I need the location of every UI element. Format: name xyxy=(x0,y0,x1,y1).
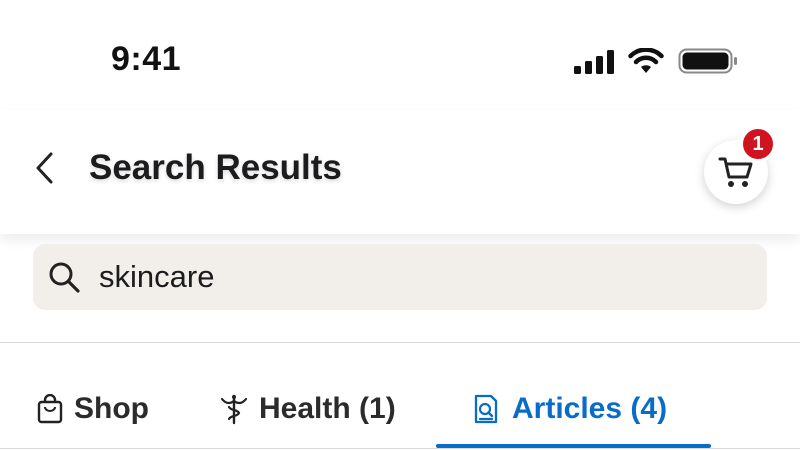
header-bar: Search Results 1 xyxy=(0,110,800,234)
search-icon xyxy=(49,262,80,293)
cellular-signal-icon xyxy=(574,50,614,74)
wifi-icon xyxy=(628,48,664,73)
battery-icon xyxy=(678,48,737,74)
tab-articles[interactable]: Articles (4) xyxy=(472,384,667,434)
cart-count-badge: 1 xyxy=(740,126,776,162)
divider xyxy=(0,342,800,343)
status-time: 9:41 xyxy=(111,40,182,78)
tab-bar-bottom-border xyxy=(0,448,800,449)
tab-bar: Shop Health (1) Articles (4) xyxy=(0,344,800,450)
search-input[interactable] xyxy=(99,244,749,310)
tab-health[interactable]: Health (1) xyxy=(218,384,396,434)
tab-health-label: Health (1) xyxy=(259,392,396,425)
page-title: Search Results xyxy=(89,148,342,187)
back-button[interactable] xyxy=(24,146,64,190)
cart-icon xyxy=(718,157,753,187)
tab-articles-label: Articles (4) xyxy=(512,392,668,425)
status-bar: 9:41 xyxy=(0,0,800,110)
tab-shop[interactable]: Shop xyxy=(36,384,149,434)
tab-shop-label: Shop xyxy=(74,392,149,425)
chevron-left-icon xyxy=(36,152,53,184)
article-search-icon xyxy=(474,394,498,424)
search-box[interactable] xyxy=(33,244,767,310)
shopping-bag-icon xyxy=(37,394,63,424)
caduceus-icon xyxy=(220,394,248,425)
